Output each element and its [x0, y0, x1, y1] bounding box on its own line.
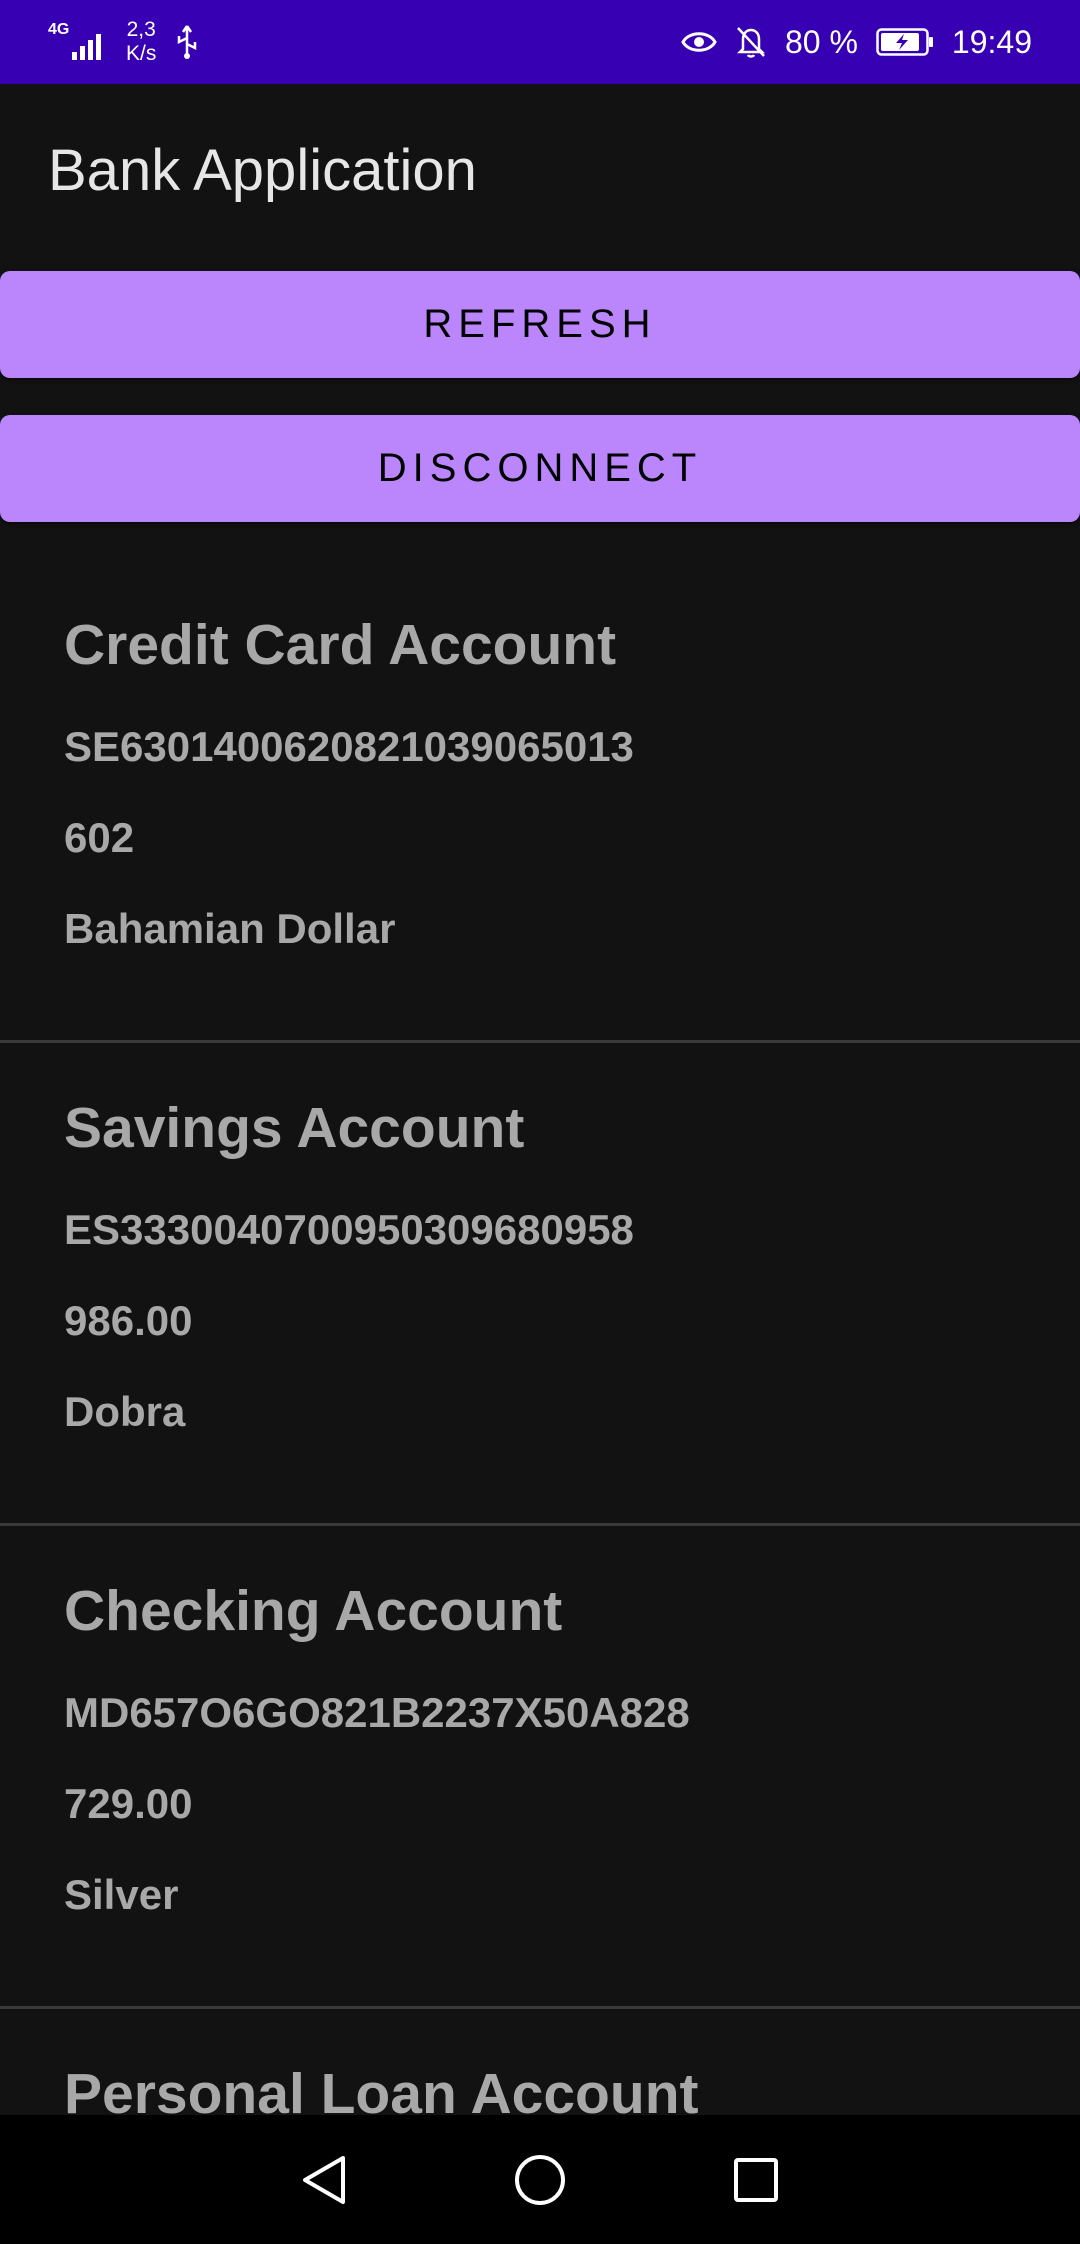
home-icon[interactable] [512, 2152, 568, 2208]
account-currency: Dobra [64, 1388, 186, 1435]
account-iban: ES3330040700950309680958 [64, 1206, 634, 1253]
speed-unit: K/s [126, 42, 157, 65]
speed-value: 2,3 [126, 18, 156, 41]
signal-icon: 4G [48, 22, 108, 62]
account-card[interactable]: Checking Account MD657O6GO821B2237X50A82… [0, 1526, 1080, 2009]
usb-icon [178, 25, 197, 59]
clock: 19:49 [951, 23, 1032, 60]
eye-icon [681, 32, 717, 52]
disconnect-button[interactable]: DISCONNECT [0, 415, 1080, 522]
refresh-button[interactable]: REFRESH [0, 271, 1080, 378]
status-right: 80 % 19:49 [681, 24, 1032, 61]
network-speed: 2,3 K/s [126, 18, 156, 66]
account-currency: Bahamian Dollar [64, 905, 396, 952]
navigation-bar [0, 2115, 1080, 2244]
account-iban: MD657O6GO821B2237X50A828 [64, 1689, 690, 1736]
battery-charging-icon [876, 28, 933, 56]
bell-off-icon [736, 27, 766, 58]
account-balance: 729.00 [64, 1780, 193, 1827]
account-balance: 986.00 [64, 1297, 193, 1344]
status-left: 4G 2,3 K/s [48, 18, 200, 66]
account-name: Credit Card Account [64, 613, 617, 677]
battery-percentage: 80 % [784, 23, 858, 60]
account-currency: Silver [64, 1871, 179, 1918]
app-bar: Bank Application [0, 84, 1080, 256]
app-title: Bank Application [48, 137, 477, 203]
account-card[interactable]: Credit Card Account SE630140062082103906… [0, 560, 1080, 1043]
back-icon[interactable] [296, 2152, 352, 2208]
account-list: Credit Card Account SE630140062082103906… [0, 560, 1080, 2209]
account-balance: 602 [64, 814, 135, 861]
network-type: 4G [48, 21, 70, 38]
account-card[interactable]: Savings Account ES3330040700950309680958… [0, 1043, 1080, 1526]
recents-icon[interactable] [728, 2152, 784, 2208]
account-iban: SE6301400620821039065013 [64, 723, 634, 770]
account-name: Savings Account [64, 1096, 525, 1160]
account-name: Checking Account [64, 1579, 563, 1643]
screen: 4G 2,3 K/s 80 % 19:49 Bank Application R… [0, 0, 1080, 2244]
status-bar: 4G 2,3 K/s 80 % 19:49 [0, 0, 1080, 84]
